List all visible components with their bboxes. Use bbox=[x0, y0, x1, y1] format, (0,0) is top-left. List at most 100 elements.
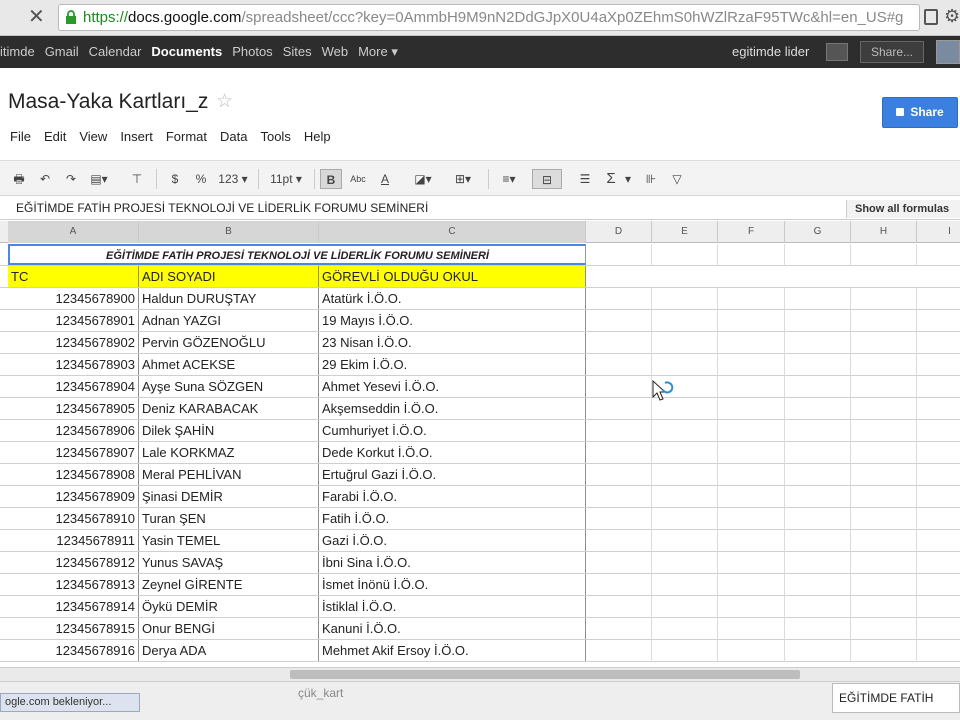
empty-cell[interactable] bbox=[586, 398, 652, 420]
empty-cell[interactable] bbox=[785, 354, 851, 376]
empty-cell[interactable] bbox=[785, 486, 851, 508]
empty-cell[interactable] bbox=[586, 464, 652, 486]
empty-cell[interactable] bbox=[851, 398, 917, 420]
column-header-a[interactable]: A bbox=[8, 221, 139, 243]
header-cell-tc[interactable]: TC bbox=[8, 266, 139, 287]
empty-cell[interactable] bbox=[785, 288, 851, 310]
empty-cell[interactable] bbox=[652, 464, 718, 486]
empty-cell[interactable] bbox=[652, 640, 718, 662]
empty-cell[interactable] bbox=[851, 596, 917, 618]
menu-help[interactable]: Help bbox=[304, 128, 331, 148]
menu-edit[interactable]: Edit bbox=[44, 128, 66, 148]
empty-cell[interactable] bbox=[652, 332, 718, 354]
cell-name[interactable]: Adnan YAZGI bbox=[139, 310, 319, 331]
empty-cell[interactable] bbox=[652, 596, 718, 618]
empty-cell[interactable] bbox=[785, 552, 851, 574]
cell-tc[interactable]: 12345678904 bbox=[8, 376, 139, 397]
cell-school[interactable]: Cumhuriyet İ.Ö.O. bbox=[319, 420, 586, 441]
cell-name[interactable]: Turan ŞEN bbox=[139, 508, 319, 529]
cell-tc[interactable]: 12345678906 bbox=[8, 420, 139, 441]
cell-tc[interactable]: 12345678911 bbox=[8, 530, 139, 551]
gbar-link-more[interactable]: More ▾ bbox=[358, 36, 398, 68]
print-icon[interactable]: 🖶 bbox=[10, 169, 28, 189]
empty-cell[interactable] bbox=[586, 508, 652, 530]
empty-cell[interactable] bbox=[851, 332, 917, 354]
empty-cell[interactable] bbox=[785, 442, 851, 464]
empty-cell[interactable] bbox=[586, 354, 652, 376]
gbar-link-calendar[interactable]: Calendar bbox=[89, 36, 142, 68]
menu-insert[interactable]: Insert bbox=[120, 128, 153, 148]
align-icon[interactable]: ≡▾ bbox=[496, 169, 522, 189]
gbar-user-name[interactable]: egitimde lider bbox=[732, 36, 809, 68]
empty-cell[interactable] bbox=[851, 376, 917, 398]
text-color-button[interactable]: A bbox=[374, 169, 396, 189]
cell-tc[interactable]: 12345678908 bbox=[8, 464, 139, 485]
empty-cell[interactable] bbox=[785, 310, 851, 332]
settings-wrench-icon[interactable]: ⚙ bbox=[944, 6, 960, 27]
menu-tools[interactable]: Tools bbox=[260, 128, 290, 148]
cell-school[interactable]: 23 Nisan İ.Ö.O. bbox=[319, 332, 586, 353]
cell-tc[interactable]: 12345678903 bbox=[8, 354, 139, 375]
cell-tc[interactable]: 12345678907 bbox=[8, 442, 139, 463]
empty-cell[interactable] bbox=[718, 486, 785, 508]
font-size-dropdown[interactable]: 11pt ▾ bbox=[264, 169, 308, 189]
empty-cell[interactable] bbox=[785, 244, 851, 266]
cell-tc[interactable]: 12345678913 bbox=[8, 574, 139, 595]
empty-cell[interactable] bbox=[652, 508, 718, 530]
empty-cell[interactable] bbox=[851, 530, 917, 552]
empty-cell[interactable] bbox=[586, 288, 652, 310]
empty-cell[interactable] bbox=[652, 442, 718, 464]
empty-cell[interactable] bbox=[586, 376, 652, 398]
empty-cell[interactable] bbox=[851, 420, 917, 442]
merged-title-cell[interactable]: EĞİTİMDE FATİH PROJESİ TEKNOLOJİ VE LİDE… bbox=[8, 244, 586, 265]
column-header-h[interactable]: H bbox=[851, 221, 917, 243]
empty-cell[interactable] bbox=[586, 442, 652, 464]
insert-chart-icon[interactable]: ⊪ bbox=[640, 169, 662, 189]
gbar-link-web[interactable]: Web bbox=[322, 36, 349, 68]
menu-format[interactable]: Format bbox=[166, 128, 207, 148]
currency-format-button[interactable]: $ bbox=[166, 169, 184, 189]
cell-name[interactable]: Zeynel GİRENTE bbox=[139, 574, 319, 595]
menu-file[interactable]: File bbox=[10, 128, 31, 148]
cell-tc[interactable]: 12345678914 bbox=[8, 596, 139, 617]
formula-bar[interactable]: EĞİTİMDE FATİH PROJESİ TEKNOLOJİ VE LİDE… bbox=[0, 198, 960, 220]
sheet-tab-kucuk-kart[interactable]: çük_kart bbox=[298, 686, 343, 700]
gbar-share-button[interactable]: Share... bbox=[860, 41, 924, 63]
empty-cell[interactable] bbox=[851, 640, 917, 662]
gbar-link-sites[interactable]: Sites bbox=[283, 36, 312, 68]
fill-color-icon[interactable]: ◪▾ bbox=[412, 169, 434, 189]
borders-icon[interactable]: ⊞▾ bbox=[450, 169, 476, 189]
empty-cell[interactable] bbox=[851, 552, 917, 574]
empty-cell[interactable] bbox=[652, 530, 718, 552]
empty-cell[interactable] bbox=[851, 574, 917, 596]
empty-cell[interactable] bbox=[586, 530, 652, 552]
menu-data[interactable]: Data bbox=[220, 128, 247, 148]
cell-name[interactable]: Meral PEHLİVAN bbox=[139, 464, 319, 485]
cell-school[interactable]: İsmet İnönü İ.Ö.O. bbox=[319, 574, 586, 595]
cell-name[interactable]: Dilek ŞAHİN bbox=[139, 420, 319, 441]
cell-school[interactable]: İbni Sina İ.Ö.O. bbox=[319, 552, 586, 573]
empty-cell[interactable] bbox=[785, 618, 851, 640]
empty-cell[interactable] bbox=[586, 552, 652, 574]
column-header-c[interactable]: C bbox=[319, 221, 586, 243]
cell-school[interactable]: Mehmet Akif Ersoy İ.Ö.O. bbox=[319, 640, 586, 661]
empty-cell[interactable] bbox=[652, 244, 718, 266]
empty-cell[interactable] bbox=[652, 486, 718, 508]
empty-cell[interactable] bbox=[851, 354, 917, 376]
cell-tc[interactable]: 12345678902 bbox=[8, 332, 139, 353]
bold-button[interactable]: B bbox=[320, 169, 342, 189]
empty-cell[interactable] bbox=[718, 288, 785, 310]
cell-school[interactable]: Dede Korkut İ.Ö.O. bbox=[319, 442, 586, 463]
empty-cell[interactable] bbox=[785, 508, 851, 530]
column-header-i[interactable]: I bbox=[917, 221, 960, 243]
cell-name[interactable]: Yunus SAVAŞ bbox=[139, 552, 319, 573]
number-format-dropdown[interactable]: 123 ▾ bbox=[214, 169, 252, 189]
column-header-d[interactable]: D bbox=[586, 221, 652, 243]
horizontal-scrollbar[interactable] bbox=[0, 667, 960, 681]
show-all-formulas-button[interactable]: Show all formulas bbox=[846, 200, 960, 218]
empty-cell[interactable] bbox=[718, 552, 785, 574]
gbar-link-photos[interactable]: Photos bbox=[232, 36, 272, 68]
cell-name[interactable]: Öykü DEMİR bbox=[139, 596, 319, 617]
cell-tc[interactable]: 12345678905 bbox=[8, 398, 139, 419]
gbar-link-itimde[interactable]: itimde bbox=[0, 36, 35, 68]
